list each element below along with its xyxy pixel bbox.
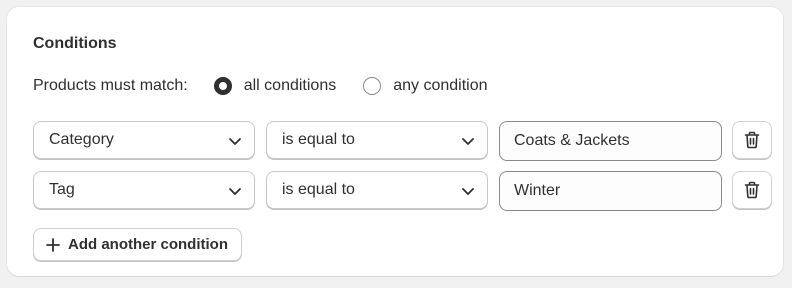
match-mode-group: Products must match: all conditions any … <box>33 75 515 97</box>
delete-condition-button[interactable] <box>732 171 772 209</box>
trash-icon <box>744 181 760 199</box>
condition-field-select[interactable]: Tag <box>33 171 255 209</box>
plus-icon <box>46 237 60 252</box>
condition-field-value: Tag <box>49 181 75 198</box>
radio-all-conditions[interactable]: all conditions <box>213 77 337 95</box>
add-condition-button[interactable]: Add another condition <box>33 228 242 261</box>
radio-checked-icon[interactable] <box>213 77 232 95</box>
condition-operator-value: is equal to <box>282 131 355 148</box>
section-title: Conditions <box>33 35 117 52</box>
condition-value-text: Coats & Jackets <box>514 132 630 149</box>
chevron-down-icon <box>462 138 474 145</box>
condition-value-text: Winter <box>514 182 561 199</box>
condition-field-select[interactable]: Category <box>33 121 255 159</box>
radio-label-any: any condition <box>393 77 488 94</box>
condition-value-input[interactable]: Coats & Jackets <box>499 121 722 161</box>
condition-operator-select[interactable]: is equal to <box>266 171 488 209</box>
conditions-card: Conditions Products must match: all cond… <box>7 7 783 276</box>
chevron-down-icon <box>229 138 241 145</box>
match-label: Products must match: <box>33 77 188 94</box>
condition-field-value: Category <box>49 131 114 148</box>
delete-condition-button[interactable] <box>732 121 772 159</box>
trash-icon <box>744 131 760 149</box>
radio-label-all: all conditions <box>243 77 337 94</box>
chevron-down-icon <box>462 188 474 195</box>
condition-value-input[interactable]: Winter <box>499 171 722 211</box>
radio-any-condition[interactable]: any condition <box>363 77 488 95</box>
chevron-down-icon <box>229 188 241 195</box>
condition-operator-select[interactable]: is equal to <box>266 121 488 159</box>
radio-unchecked-icon[interactable] <box>363 77 382 95</box>
condition-operator-value: is equal to <box>282 181 355 198</box>
add-condition-label: Add another condition <box>68 236 228 253</box>
